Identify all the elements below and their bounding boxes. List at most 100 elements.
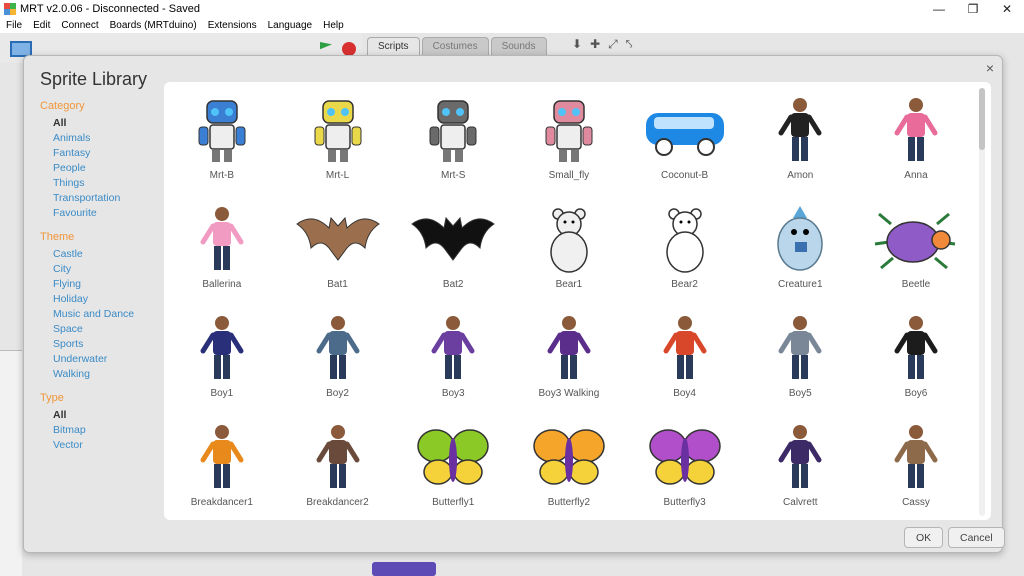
- sprite-item-boy3-walking[interactable]: Boy3 Walking: [511, 312, 627, 421]
- theme-item-city[interactable]: City: [40, 262, 160, 277]
- bear-icon: [635, 203, 735, 275]
- sprite-item-amon[interactable]: Amon: [742, 94, 858, 203]
- close-icon[interactable]: ×: [986, 60, 994, 76]
- category-item-transportation[interactable]: Transportation: [40, 191, 160, 206]
- sprite-item-butterfly3[interactable]: Butterfly3: [627, 421, 743, 520]
- sprite-item-butterfly2[interactable]: Butterfly2: [511, 421, 627, 520]
- type-item-vector[interactable]: Vector: [40, 438, 160, 453]
- type-item-bitmap[interactable]: Bitmap: [40, 423, 160, 438]
- sprite-item-boy1[interactable]: Boy1: [164, 312, 280, 421]
- shrink-tool-icon[interactable]: ⤣: [626, 37, 633, 52]
- menu-help[interactable]: Help: [323, 20, 344, 31]
- sprite-item-mrt-b[interactable]: Mrt-B: [164, 94, 280, 203]
- theme-item-flying[interactable]: Flying: [40, 277, 160, 292]
- sprite-item-bat2[interactable]: Bat2: [395, 203, 511, 312]
- sprite-item-bear2[interactable]: Bear2: [627, 203, 743, 312]
- sprite-item-calvrett[interactable]: Calvrett: [742, 421, 858, 520]
- theme-item-walking[interactable]: Walking: [40, 367, 160, 382]
- sprite-label: Breakdancer1: [190, 497, 253, 508]
- menu-language[interactable]: Language: [268, 20, 313, 31]
- sprite-item-bat1[interactable]: Bat1: [280, 203, 396, 312]
- sprite-item-cassy[interactable]: Cassy: [858, 421, 974, 520]
- sprite-item-creature1[interactable]: Creature1: [742, 203, 858, 312]
- tab-sounds[interactable]: Sounds: [490, 37, 547, 55]
- minimize-button[interactable]: —: [922, 0, 956, 17]
- sprite-label: Boy6: [904, 388, 928, 399]
- category-item-people[interactable]: People: [40, 161, 160, 176]
- scrollbar-thumb[interactable]: [979, 88, 985, 150]
- theme-item-sports[interactable]: Sports: [40, 337, 160, 352]
- grow-tool-icon[interactable]: ⤢: [608, 37, 618, 52]
- menu-edit[interactable]: Edit: [33, 20, 50, 31]
- delete-tool-icon[interactable]: ✚: [590, 37, 600, 52]
- title-bar: MRT v2.0.06 - Disconnected - Saved — ❐ ✕: [0, 0, 1024, 17]
- scrollbar-track[interactable]: [979, 88, 985, 516]
- theme-item-space[interactable]: Space: [40, 322, 160, 337]
- vehicle-icon: [635, 94, 735, 166]
- sprite-label: Mrt-L: [325, 170, 350, 181]
- stop-icon[interactable]: [342, 42, 356, 56]
- sprite-item-butterfly1[interactable]: Butterfly1: [395, 421, 511, 520]
- sprite-item-breakdancer2[interactable]: Breakdancer2: [280, 421, 396, 520]
- sprite-item-boy5[interactable]: Boy5: [742, 312, 858, 421]
- theme-item-castle[interactable]: Castle: [40, 247, 160, 262]
- sprite-label: Calvrett: [783, 497, 818, 508]
- sprite-label: Bat2: [442, 279, 464, 290]
- window-title: MRT v2.0.06 - Disconnected - Saved: [20, 2, 200, 15]
- sprite-item-coconut-b[interactable]: Coconut-B: [627, 94, 743, 203]
- person-icon: [172, 203, 272, 275]
- sprite-grid-panel: Mrt-B Mrt-L Mrt-S Small_fly Coconut-B Am…: [164, 82, 991, 520]
- close-window-button[interactable]: ✕: [990, 0, 1024, 17]
- category-item-animals[interactable]: Animals: [40, 131, 160, 146]
- menu-file[interactable]: File: [6, 20, 22, 31]
- person-icon: [288, 312, 388, 384]
- sprite-item-anna[interactable]: Anna: [858, 94, 974, 203]
- app-logo-icon: [4, 2, 16, 15]
- sprite-label: Breakdancer2: [306, 497, 369, 508]
- menu-boards[interactable]: Boards (MRTduino): [110, 20, 197, 31]
- sprite-item-mrt-s[interactable]: Mrt-S: [395, 94, 511, 203]
- sprite-item-mrt-l[interactable]: Mrt-L: [280, 94, 396, 203]
- theme-item-underwater[interactable]: Underwater: [40, 352, 160, 367]
- theme-item-music-and-dance[interactable]: Music and Dance: [40, 307, 160, 322]
- person-icon: [750, 94, 850, 166]
- category-item-favourite[interactable]: Favourite: [40, 206, 160, 221]
- sprite-item-boy4[interactable]: Boy4: [627, 312, 743, 421]
- category-item-things[interactable]: Things: [40, 176, 160, 191]
- sprite-item-boy2[interactable]: Boy2: [280, 312, 396, 421]
- sprite-item-boy3[interactable]: Boy3: [395, 312, 511, 421]
- sprite-item-small-fly[interactable]: Small_fly: [511, 94, 627, 203]
- tab-costumes[interactable]: Costumes: [421, 37, 489, 55]
- cancel-button[interactable]: Cancel: [948, 527, 1005, 548]
- category-item-fantasy[interactable]: Fantasy: [40, 146, 160, 161]
- menu-connect[interactable]: Connect: [61, 20, 98, 31]
- type-item-all[interactable]: All: [40, 408, 160, 423]
- person-icon: [866, 421, 966, 493]
- sprite-item-boy6[interactable]: Boy6: [858, 312, 974, 421]
- theme-filter: Theme Castle City Flying Holiday Music and D…: [40, 231, 160, 382]
- sprite-item-beetle[interactable]: Beetle: [858, 203, 974, 312]
- sprite-grid: Mrt-B Mrt-L Mrt-S Small_fly Coconut-B Am…: [164, 82, 974, 520]
- type-filter: Type All Bitmap Vector: [40, 392, 160, 453]
- sprite-label: Butterfly3: [663, 497, 706, 508]
- theme-item-holiday[interactable]: Holiday: [40, 292, 160, 307]
- sprite-label: Amon: [787, 170, 814, 181]
- person-icon: [635, 312, 735, 384]
- maximize-button[interactable]: ❐: [956, 0, 990, 17]
- ok-button[interactable]: OK: [904, 527, 944, 548]
- sprite-label: Butterfly2: [547, 497, 591, 508]
- menu-extensions[interactable]: Extensions: [208, 20, 257, 31]
- editor-tabs: Scripts Costumes Sounds: [367, 37, 549, 55]
- tab-scripts[interactable]: Scripts: [367, 37, 420, 55]
- bear-icon: [519, 203, 619, 275]
- person-icon: [403, 312, 503, 384]
- sprite-item-breakdancer1[interactable]: Breakdancer1: [164, 421, 280, 520]
- type-heading: Type: [40, 392, 64, 404]
- sprite-item-ballerina[interactable]: Ballerina: [164, 203, 280, 312]
- sprite-item-bear1[interactable]: Bear1: [511, 203, 627, 312]
- robot-icon: [403, 94, 503, 166]
- duplicate-tool-icon[interactable]: ⬇: [572, 37, 582, 52]
- sprite-label: Ballerina: [202, 279, 242, 290]
- library-filters: Category All Animals Fantasy People Things Tr…: [40, 100, 160, 463]
- category-item-all[interactable]: All: [40, 116, 160, 131]
